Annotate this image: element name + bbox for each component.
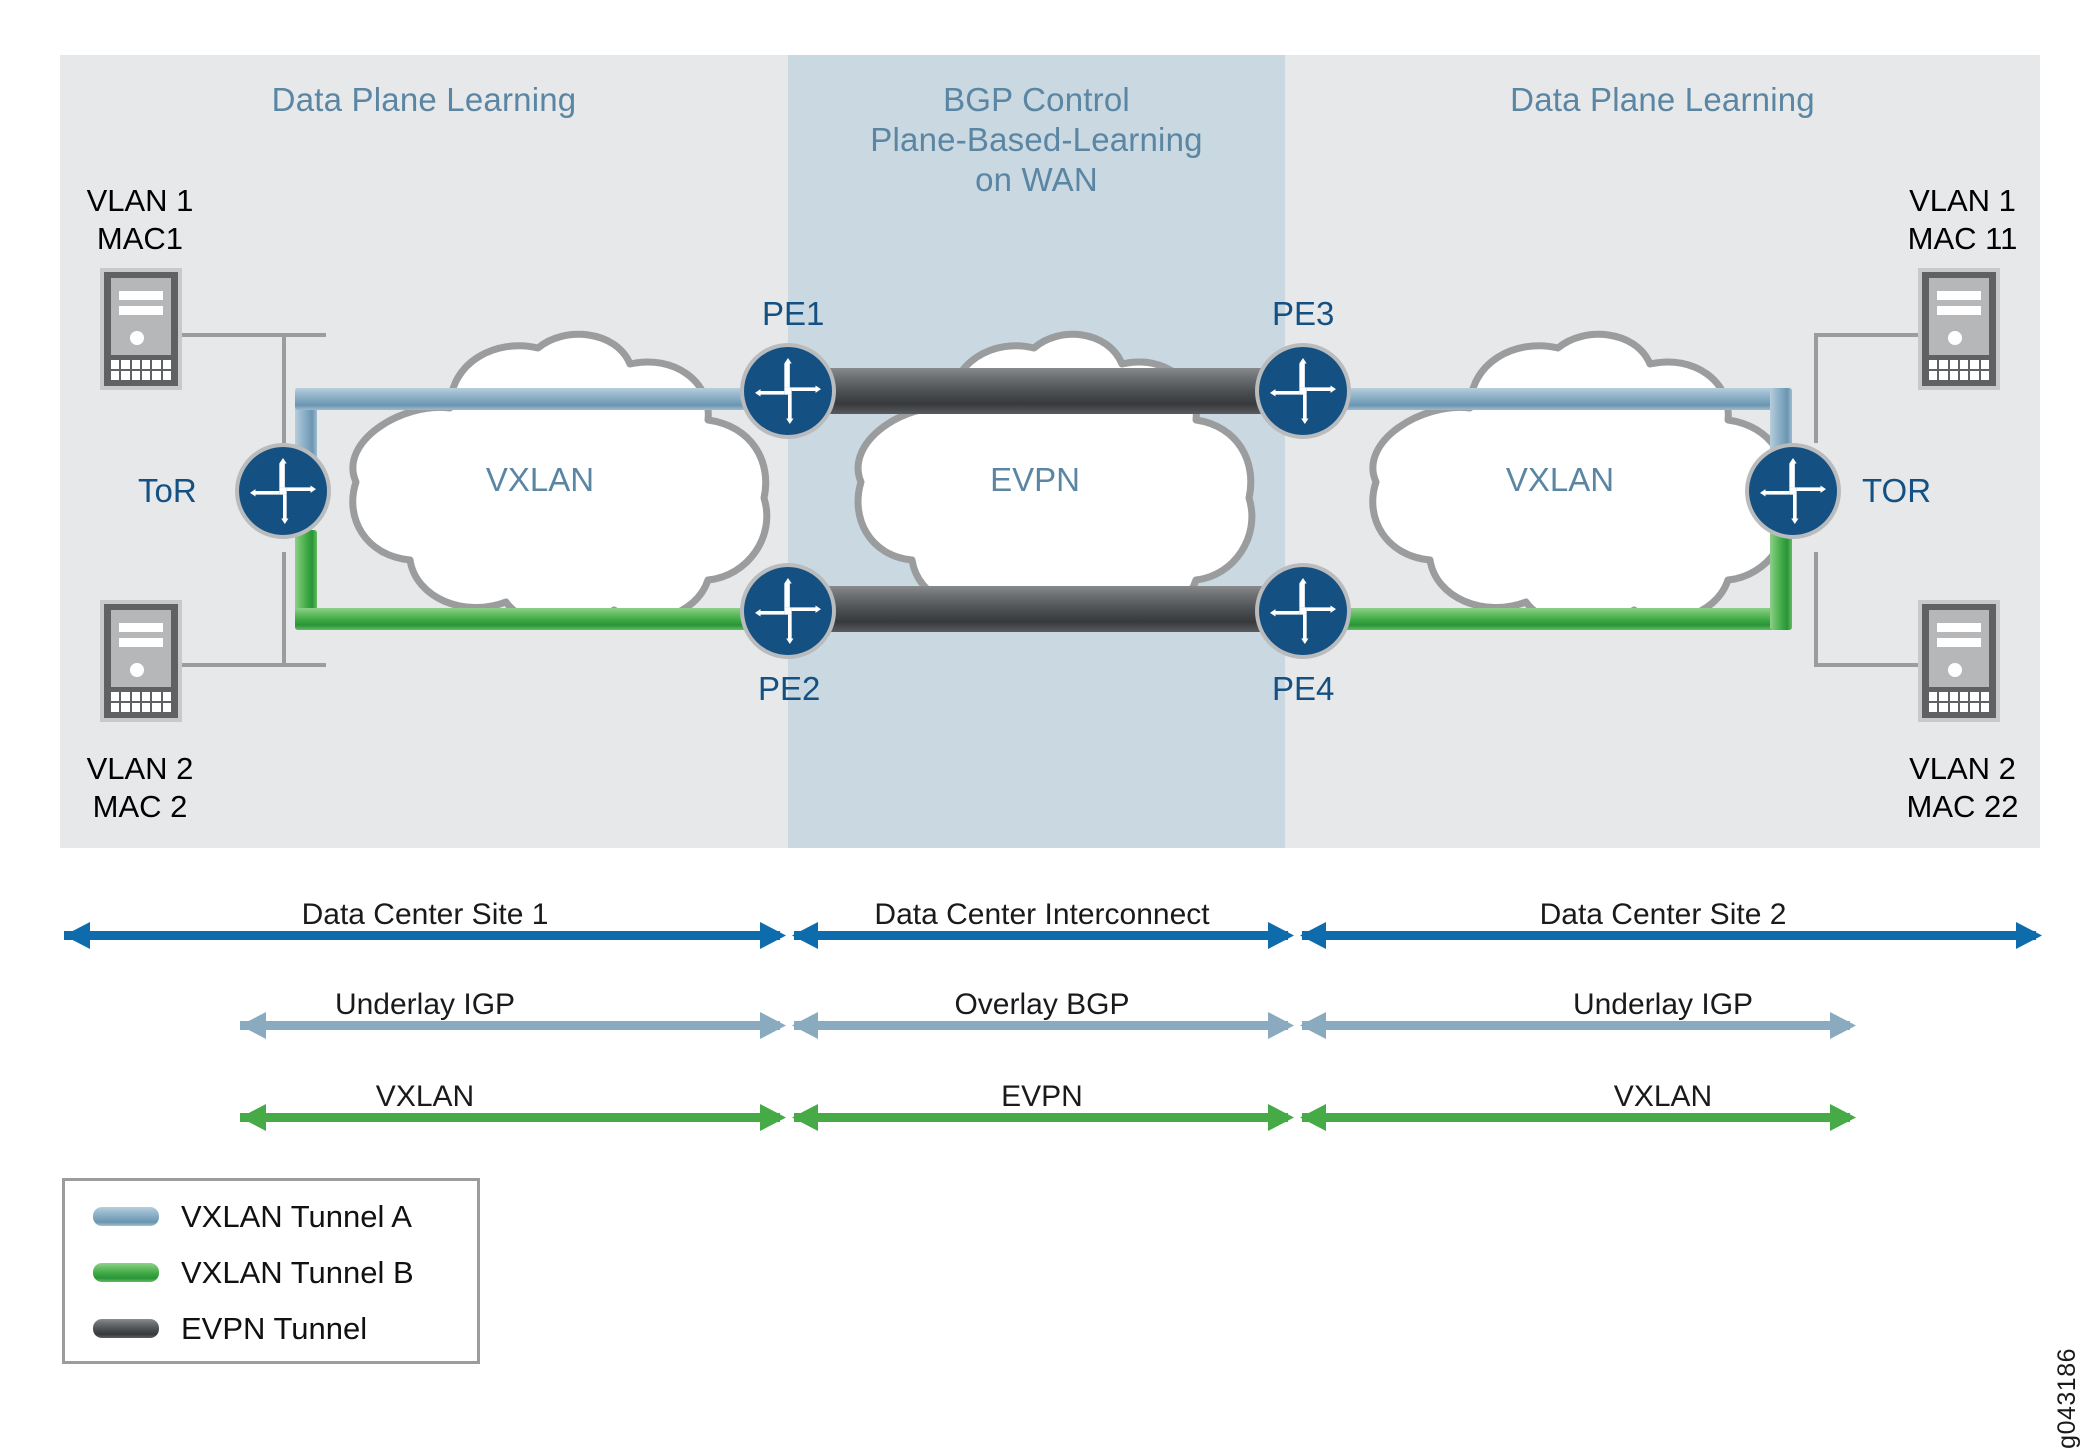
figure-id-watermark: g043186 bbox=[2053, 1348, 2081, 1449]
server-icon-bottom-left bbox=[100, 600, 182, 722]
cloud-vxlan-right: VXLAN bbox=[1320, 330, 1800, 630]
cloud-vxlan-left: VXLAN bbox=[300, 330, 780, 630]
router-arrows-icon bbox=[1270, 358, 1336, 424]
router-arrows-icon bbox=[755, 358, 821, 424]
router-tor-right[interactable] bbox=[1745, 443, 1841, 539]
tunnel-b-right-horizontal bbox=[1300, 608, 1792, 630]
tunnel-evpn-upper bbox=[805, 368, 1275, 414]
tunnel-a-left-horizontal bbox=[295, 388, 785, 410]
legend-label-evpn: EVPN Tunnel bbox=[181, 1311, 368, 1346]
router-arrows-icon bbox=[1270, 578, 1336, 644]
band-title-mid: BGP Control Plane-Based-Learning on WAN bbox=[870, 81, 1203, 198]
router-arrows-icon bbox=[1760, 458, 1826, 524]
legend-box: VXLAN Tunnel A VXLAN Tunnel B EVPN Tunne… bbox=[62, 1178, 480, 1364]
legend-swatch-evpn-icon bbox=[93, 1319, 159, 1338]
server-icon-top-left bbox=[100, 268, 182, 390]
diagram-canvas: Data Plane Learning BGP Control Plane-Ba… bbox=[0, 0, 2100, 1449]
router-label-tor-right: TOR bbox=[1862, 472, 1932, 509]
link-server-br-h bbox=[1814, 663, 1922, 667]
tunnel-evpn-lower bbox=[805, 586, 1275, 632]
link-server-tr-h bbox=[1814, 333, 1922, 337]
link-server-tl-v bbox=[282, 333, 286, 443]
legend-item-evpn-tunnel: EVPN Tunnel bbox=[93, 1313, 367, 1344]
band-title-right: Data Plane Learning bbox=[1510, 81, 1815, 118]
router-arrows-icon bbox=[755, 578, 821, 644]
legend-label-vxlan-b: VXLAN Tunnel B bbox=[181, 1255, 414, 1290]
endpoint-label-top-left: VLAN 1 MAC1 bbox=[86, 183, 194, 256]
tunnel-b-left-horizontal bbox=[295, 608, 785, 630]
router-pe4[interactable] bbox=[1255, 563, 1351, 659]
legend-swatch-vxlan-a-icon bbox=[93, 1207, 159, 1226]
scale-arrows-protocol bbox=[0, 1006, 2100, 1062]
router-arrows-icon bbox=[250, 458, 316, 524]
scale-arrows-sites bbox=[0, 916, 2100, 972]
router-label-pe3: PE3 bbox=[1272, 295, 1335, 332]
link-server-tr-v bbox=[1814, 333, 1818, 443]
legend-swatch-vxlan-b-icon bbox=[93, 1263, 159, 1282]
router-label-tor-left: ToR bbox=[138, 472, 197, 509]
legend-item-vxlan-tunnel-a: VXLAN Tunnel A bbox=[93, 1201, 412, 1232]
endpoint-label-top-right: VLAN 1 MAC 11 bbox=[1907, 183, 2018, 256]
router-pe2[interactable] bbox=[740, 563, 836, 659]
router-label-pe2: PE2 bbox=[758, 670, 821, 707]
router-pe1[interactable] bbox=[740, 343, 836, 439]
tunnel-a-right-horizontal bbox=[1300, 388, 1792, 410]
endpoint-label-bottom-left: VLAN 2 MAC 2 bbox=[86, 751, 194, 824]
link-server-br-v bbox=[1814, 552, 1818, 667]
link-server-bl-h bbox=[182, 663, 326, 667]
scale-arrows-encap bbox=[0, 1098, 2100, 1154]
legend-label-vxlan-a: VXLAN Tunnel A bbox=[181, 1199, 412, 1234]
router-pe3[interactable] bbox=[1255, 343, 1351, 439]
legend-item-vxlan-tunnel-b: VXLAN Tunnel B bbox=[93, 1257, 414, 1288]
server-icon-top-right bbox=[1918, 268, 2000, 390]
link-server-bl-v bbox=[282, 552, 286, 667]
router-label-pe1: PE1 bbox=[762, 295, 825, 332]
tunnel-b-right-vertical bbox=[1770, 530, 1792, 630]
router-label-pe4: PE4 bbox=[1272, 670, 1335, 707]
band-title-left: Data Plane Learning bbox=[271, 81, 577, 118]
endpoint-label-bottom-right: VLAN 2 MAC 22 bbox=[1906, 751, 2019, 824]
router-tor-left[interactable] bbox=[235, 443, 331, 539]
server-icon-bottom-right bbox=[1918, 600, 2000, 722]
